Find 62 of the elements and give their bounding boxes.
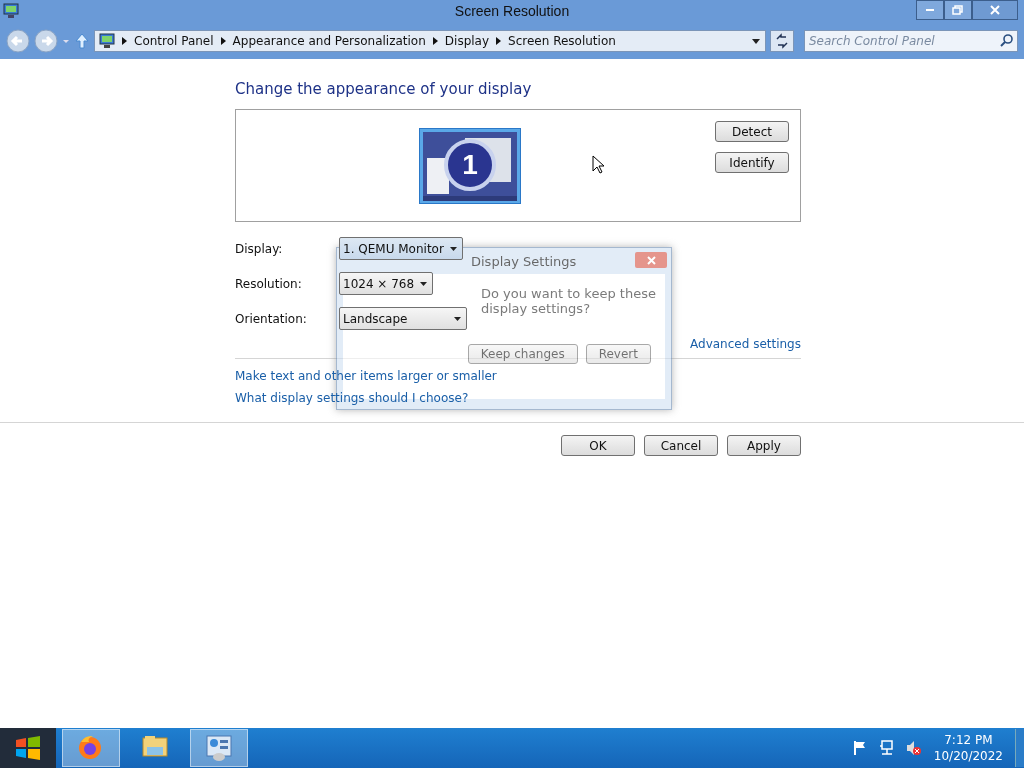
start-button[interactable] <box>0 728 56 768</box>
search-icon[interactable] <box>1000 33 1013 47</box>
dropdown[interactable]: 1024 × 768 <box>339 272 434 295</box>
refresh-icon <box>774 32 790 49</box>
cursor-icon <box>592 155 605 174</box>
identify-button[interactable]: Identify <box>715 152 789 173</box>
dropdown-arrow-icon <box>420 281 428 286</box>
breadcrumb-item[interactable]: Screen Resolution <box>508 33 616 48</box>
cancel-button[interactable]: Cancel <box>644 435 718 456</box>
dialog-title: Display Settings <box>471 253 577 269</box>
help-link[interactable]: What display settings should I choose? <box>235 391 469 405</box>
dropdown-arrow-icon <box>454 316 461 321</box>
chevron-icon[interactable] <box>121 35 128 46</box>
taskbar-button[interactable] <box>62 729 120 767</box>
breadcrumb-item[interactable]: Appearance and Personalization <box>232 33 426 48</box>
field-label: Resolution: <box>235 276 303 291</box>
field-label: Display: <box>235 241 284 256</box>
dialog-message: Do you want to keep these display settings? <box>481 286 657 316</box>
keep-changes-button[interactable]: Keep changes <box>467 344 578 364</box>
speaker-muted-icon[interactable] <box>905 740 922 756</box>
search-field[interactable]: Search Control Panel <box>804 29 1018 52</box>
page-heading: Change the appearance of your display <box>235 80 533 98</box>
taskbar-button[interactable] <box>190 729 248 767</box>
control-panel-icon <box>99 32 115 49</box>
breadcrumb-item[interactable]: Control Panel <box>134 33 214 48</box>
clock-time: 7:12 PM <box>944 732 993 748</box>
ok-button[interactable]: OK <box>561 435 635 456</box>
help-link[interactable]: Make text and other items larger or smaller <box>235 369 497 383</box>
chevron-icon[interactable] <box>219 35 227 46</box>
apply-button[interactable]: Apply <box>727 435 801 456</box>
flag-icon[interactable] <box>852 740 867 756</box>
window-title: Screen Resolution <box>454 3 570 19</box>
control-panel-icon <box>3 3 19 19</box>
windows-logo-icon <box>14 735 42 761</box>
revert-button[interactable]: Revert <box>585 344 651 364</box>
clock-date: 10/20/2022 <box>933 748 1003 764</box>
minimize-icon <box>926 9 934 11</box>
dropdown[interactable]: 1. QEMU Monitor <box>339 237 463 260</box>
address-bar[interactable]: Control Panel Appearance and Personalization Display Screen Resolution <box>94 29 766 52</box>
detect-button[interactable]: Detect <box>715 121 789 142</box>
forward-button[interactable] <box>34 28 58 53</box>
dropdown-arrow-icon[interactable] <box>751 36 761 45</box>
clock[interactable]: 7:12 PM 10/20/2022 <box>933 732 1003 764</box>
breadcrumb-item[interactable]: Display <box>444 33 490 48</box>
refresh-button[interactable] <box>770 29 794 52</box>
restore-icon <box>952 5 964 15</box>
control-panel-icon <box>205 734 233 762</box>
restore-button[interactable] <box>944 0 972 20</box>
close-icon <box>989 5 1001 15</box>
back-button[interactable] <box>6 28 30 53</box>
chevron-icon[interactable] <box>495 35 503 46</box>
dropdown-arrow-icon <box>449 246 457 251</box>
monitor-icon[interactable]: 1 <box>419 128 521 204</box>
up-arrow-icon[interactable] <box>74 31 90 50</box>
minimize-button[interactable] <box>916 0 944 20</box>
advanced-settings-link[interactable]: Advanced settings <box>690 337 801 351</box>
network-icon[interactable] <box>878 740 894 756</box>
dropdown[interactable]: Landscape <box>339 307 467 330</box>
chevron-icon[interactable] <box>431 35 439 46</box>
field-label: Orientation: <box>235 311 308 326</box>
close-button[interactable] <box>972 0 1018 20</box>
close-icon <box>646 255 656 265</box>
